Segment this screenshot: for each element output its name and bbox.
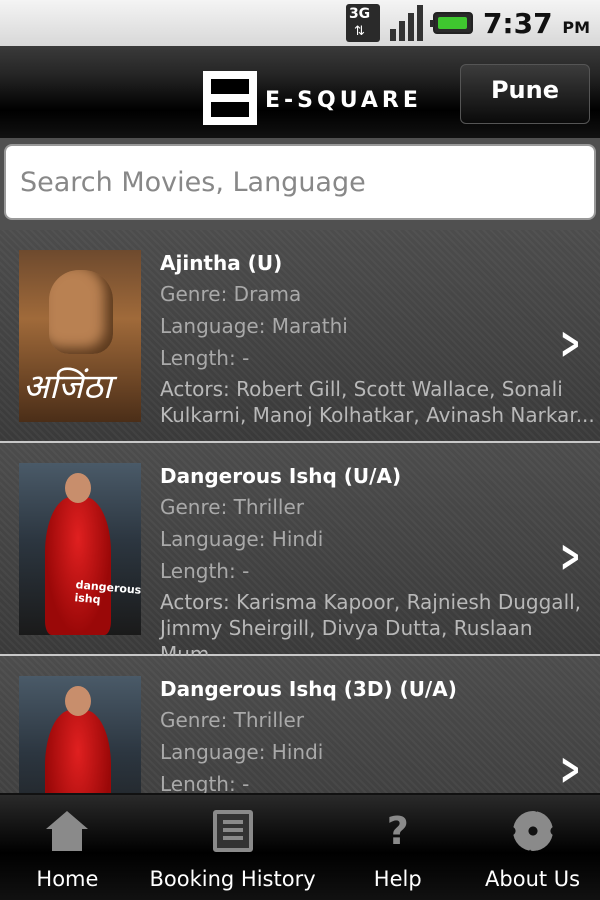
poster-title: अजिंठा [23, 367, 112, 407]
movie-title: Ajintha (U) [160, 251, 283, 275]
nav-label: Home [36, 867, 99, 891]
search-input[interactable] [20, 166, 594, 198]
battery-charging-icon [429, 12, 473, 34]
movie-list-item[interactable]: Dangerous Ishq (3D) (U/A) Genre: Thrille… [0, 656, 600, 793]
nav-item-help[interactable]: ? Help [330, 795, 465, 900]
movie-length: Length: - [160, 346, 250, 370]
help-icon: ? [386, 809, 409, 853]
poster-art [45, 497, 111, 635]
movie-genre: Genre: Thriller [160, 708, 304, 732]
booking-history-icon [212, 807, 253, 855]
movie-list[interactable]: अजिंठा Ajintha (U) Genre: Drama Language… [0, 230, 600, 793]
app-header: E-SQUARE Pune [0, 46, 600, 138]
poster-art [49, 270, 113, 354]
search-bar [0, 138, 600, 230]
movie-genre: Genre: Drama [160, 282, 302, 306]
movie-title: Dangerous Ishq (U/A) [160, 464, 402, 488]
nav-item-home[interactable]: Home [0, 795, 135, 900]
movie-poster: अजिंठा [19, 250, 141, 422]
movie-info: Dangerous Ishq (U/A) Genre: Thriller Lan… [160, 461, 600, 667]
movie-info: Ajintha (U) Genre: Drama Language: Marat… [160, 248, 600, 428]
movie-list-item[interactable]: अजिंठा Ajintha (U) Genre: Drama Language… [0, 230, 600, 443]
nav-item-booking-history[interactable]: Booking History [135, 795, 331, 900]
clock-time: 7:37 [482, 6, 553, 40]
chevron-right-icon[interactable]: > [560, 318, 580, 369]
movie-language: Language: Marathi [160, 314, 348, 338]
status-bar: 3G ⇅ 7:37 PM [0, 0, 600, 46]
chevron-right-icon[interactable]: > [560, 744, 580, 793]
movie-length: Length: - [160, 559, 250, 583]
movie-list-item[interactable]: dangerous ishq Dangerous Ishq (U/A) Genr… [0, 443, 600, 666]
home-icon [46, 807, 89, 855]
nav-label: Booking History [149, 867, 316, 891]
movie-length: Length: - [160, 772, 250, 793]
movie-title: Dangerous Ishq (3D) (U/A) [160, 677, 457, 701]
nav-item-about-us[interactable]: About Us [465, 795, 600, 900]
signal-strength-icon [389, 5, 423, 41]
movie-info: Dangerous Ishq (3D) (U/A) Genre: Thrille… [160, 674, 600, 793]
nav-label: Help [373, 867, 422, 891]
nav-label: About Us [485, 867, 581, 891]
movie-poster: dangerous ishq [19, 463, 141, 635]
network-3g-icon: 3G ⇅ [345, 4, 380, 42]
bottom-nav: Home Booking History ? Help About Us [0, 793, 600, 900]
poster-art [65, 686, 91, 716]
status-clock: 7:37 PM [483, 7, 590, 40]
movie-language: Language: Hindi [160, 740, 324, 764]
chevron-right-icon[interactable]: > [560, 531, 580, 582]
poster-art [45, 710, 111, 793]
gear-icon [512, 807, 553, 855]
brand-name: E-SQUARE [265, 88, 422, 113]
city-selector-button[interactable]: Pune [460, 64, 590, 124]
network-type: 3G [348, 6, 371, 22]
clock-ampm: PM [562, 17, 590, 37]
movie-language: Language: Hindi [160, 527, 324, 551]
esquare-logo-icon [203, 71, 257, 125]
poster-art [65, 473, 91, 503]
movie-poster [19, 676, 141, 793]
movie-actors: Actors: Robert Gill, Scott Wallace, Sona… [160, 377, 595, 427]
search-box[interactable] [4, 144, 596, 220]
movie-genre: Genre: Thriller [160, 495, 304, 519]
